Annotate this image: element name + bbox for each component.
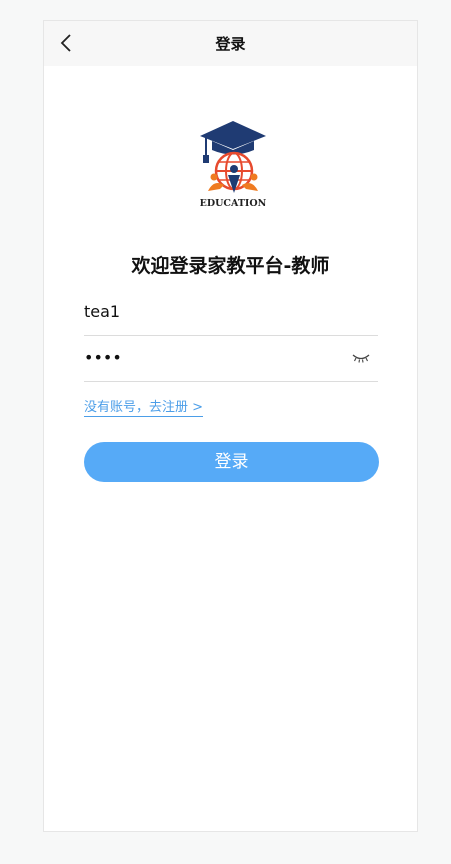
- password-input[interactable]: [84, 337, 344, 377]
- logo-text: EDUCATION: [200, 198, 267, 209]
- page-title: 登录: [215, 35, 246, 53]
- username-field: [84, 291, 378, 336]
- register-link[interactable]: 没有账号，去注册 >: [84, 399, 204, 417]
- username-input[interactable]: [84, 291, 344, 331]
- eye-closed-icon[interactable]: [352, 353, 370, 363]
- education-logo: EDUCATION: [200, 121, 267, 209]
- phone-frame: 登录 EDUCATION 欢迎登录家教平台-教师 tea1 •••• 没有账号，…: [43, 20, 418, 832]
- password-field: [84, 337, 378, 382]
- login-button[interactable]: 登录: [84, 442, 379, 482]
- nav-bar: 登录: [44, 21, 417, 66]
- welcome-heading: 欢迎登录家教平台-教师: [131, 255, 330, 277]
